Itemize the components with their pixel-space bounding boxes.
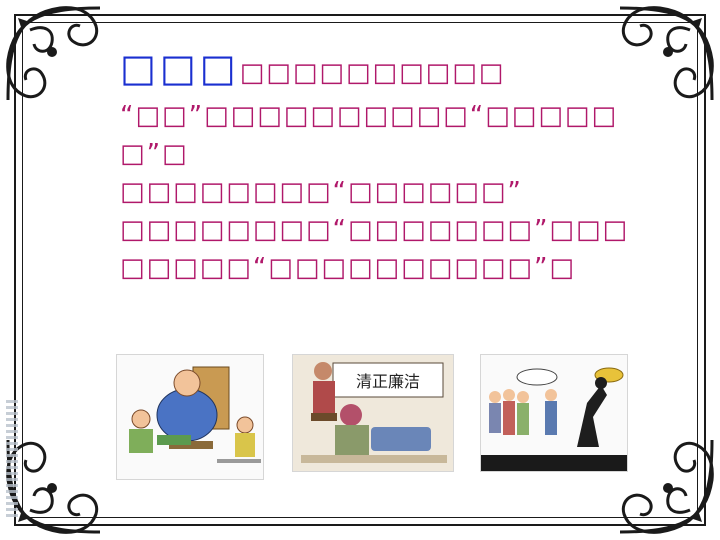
text-line-2: “□□”□□□□□□□□□□“□□□□□ — [120, 101, 619, 131]
ornament-corner-top-right — [619, 6, 714, 101]
text-line-1-rest: □□□□□□□□□□ — [239, 58, 506, 88]
heading: □□□ — [120, 46, 240, 90]
text-line-6: □□□□□“□□□□□□□□□□”□ — [120, 253, 576, 283]
cartoon-clean-governance-drawing: 清正廉洁 — [293, 355, 453, 471]
ornament-corner-top-left — [6, 6, 101, 101]
text-line-5: □□□□□□□□“□□□□□□□”□□□ — [120, 215, 630, 245]
caption-bar — [481, 455, 627, 471]
text-line-4: □□□□□□□□“□□□□□□” — [120, 177, 523, 207]
slide: □□□□□□□□□□□□□ “□□”□□□□□□□□□□“□□□□□ □”□ □… — [0, 0, 720, 540]
cartoon-bribery-image — [116, 354, 264, 480]
cartoon-gold-temptation-image — [480, 354, 628, 472]
side-watermark — [6, 400, 18, 520]
cartoon-clean-governance-image: 清正廉洁 — [292, 354, 454, 472]
body-text: □□□□□□□□□□□□□ “□□”□□□□□□□□□□“□□□□□ □”□ □… — [120, 44, 630, 287]
scroll-text: 清正廉洁 — [356, 372, 420, 391]
cartoon-bribery-drawing — [129, 366, 261, 463]
text-line-3: □”□ — [120, 139, 189, 169]
image-row: 清正廉洁 — [0, 354, 720, 484]
text-line-1: □□□□□□□□□□□□□ — [120, 44, 600, 97]
